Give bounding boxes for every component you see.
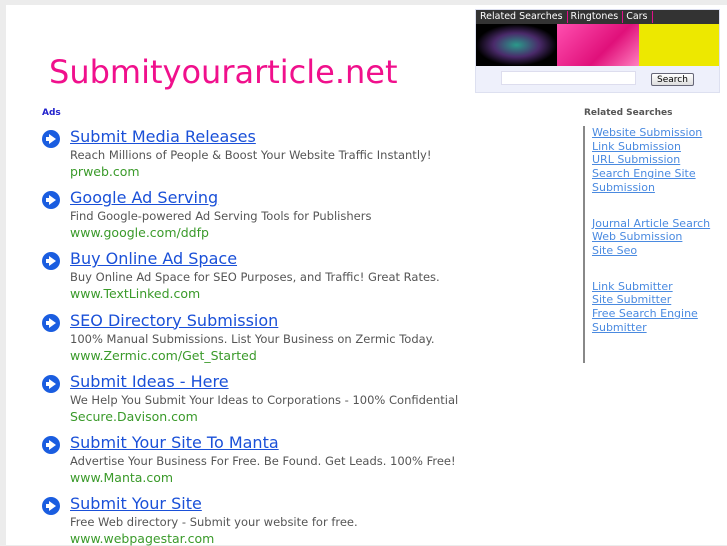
top-nav: Related Searches Ringtones Cars [476, 10, 719, 24]
nav-cars[interactable]: Cars [625, 11, 653, 23]
related-searches-list: Website Submission Link Submission URL Sub… [583, 126, 723, 363]
nav-ringtones[interactable]: Ringtones [570, 11, 624, 23]
banner-panel-bird [476, 24, 557, 66]
ad-description: Advertise Your Business For Free. Be Fou… [70, 454, 456, 468]
page: Submityourarticle.net Related Searches R… [6, 5, 727, 546]
banner-panel-heart [557, 24, 639, 66]
related-search-link[interactable]: Site Seo [592, 244, 723, 258]
search-button[interactable]: Search [651, 73, 694, 86]
related-search-link[interactable]: Site Submitter [592, 293, 723, 307]
ad-url-link[interactable]: www.TextLinked.com [70, 286, 200, 301]
arrow-right-circle-icon[interactable] [42, 436, 60, 454]
ad-url-link[interactable]: www.google.com/ddfp [70, 225, 209, 240]
ad-title-link[interactable]: Google Ad Serving [70, 188, 218, 207]
banner-panel-yellow [639, 24, 719, 66]
related-search-link[interactable]: Search Engine Site Submission [592, 167, 723, 194]
related-search-link[interactable]: Link Submission [592, 140, 723, 154]
ad-description: Buy Online Ad Space for SEO Purposes, an… [70, 270, 440, 285]
related-search-link[interactable]: Journal Article Search [592, 217, 723, 231]
ad-description: Find Google-powered Ad Serving Tools for… [70, 209, 372, 224]
related-search-link[interactable]: Free Search Engine Submitter [592, 307, 723, 334]
arrow-right-circle-icon[interactable] [42, 191, 60, 210]
search-box: Related Searches Ringtones Cars Search [475, 9, 720, 93]
arrow-right-circle-icon[interactable] [42, 313, 60, 332]
ad-url-link[interactable]: www.Zermic.com/Get_Started [70, 348, 257, 363]
ad-title-link[interactable]: Submit Ideas - Here [70, 372, 229, 391]
arrow-right-circle-icon[interactable] [42, 252, 60, 271]
related-search-link[interactable]: Website Submission [592, 126, 723, 140]
ad-description: Reach Millions of People & Boost Your We… [70, 148, 432, 162]
ad-url-link[interactable]: www.webpagestar.com [70, 531, 214, 546]
ad-description: 100% Manual Submissions. List Your Busin… [70, 331, 435, 346]
ad-url-link[interactable]: www.Manta.com [70, 470, 173, 485]
arrow-right-circle-icon[interactable] [42, 130, 60, 148]
banner-image [476, 24, 719, 66]
search-input[interactable] [501, 71, 636, 85]
ads-label: Ads [42, 108, 61, 118]
related-search-link[interactable]: Link Submitter [592, 280, 723, 294]
site-title: Submityourarticle.net [49, 53, 398, 91]
ad-url-link[interactable]: Secure.Davison.com [70, 409, 198, 424]
ad-title-link[interactable]: Submit Your Site To Manta [70, 433, 279, 452]
related-search-link[interactable]: URL Submission [592, 153, 723, 167]
ad-title-link[interactable]: SEO Directory Submission [70, 311, 278, 330]
ad-description: We Help You Submit Your Ideas to Corpora… [70, 392, 459, 407]
ad-title-link[interactable]: Submit Your Site [70, 494, 202, 513]
ad-title-link[interactable]: Submit Media Releases [70, 127, 256, 146]
nav-related-searches[interactable]: Related Searches [479, 11, 568, 23]
arrow-right-circle-icon[interactable] [42, 497, 60, 516]
arrow-right-circle-icon[interactable] [42, 374, 60, 393]
ad-url-link[interactable]: prweb.com [70, 164, 140, 179]
ad-title-link[interactable]: Buy Online Ad Space [70, 249, 237, 268]
ad-description: Free Web directory - Submit your website… [70, 515, 358, 530]
related-searches-title: Related Searches [584, 108, 673, 118]
related-search-link[interactable]: Web Submission [592, 230, 723, 244]
